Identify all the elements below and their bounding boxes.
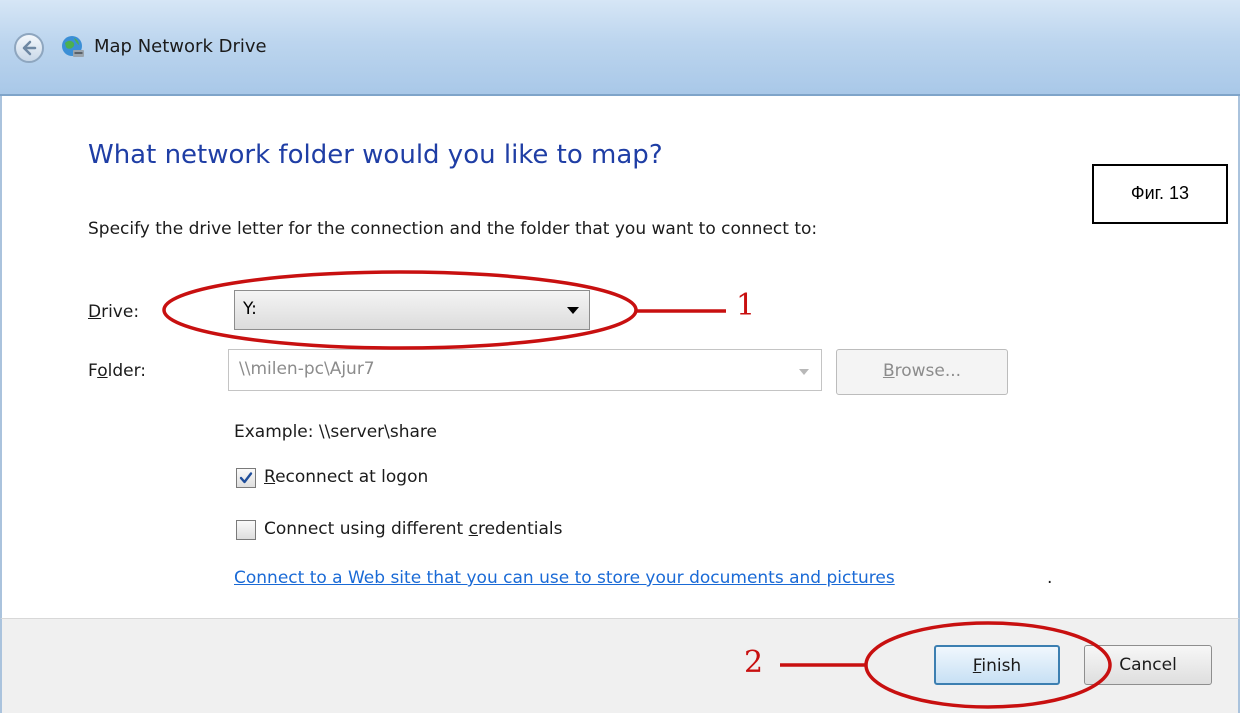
back-arrow-icon xyxy=(22,40,37,56)
browse-button-label: Browse... xyxy=(882,361,962,381)
instruction-text: Specify the drive letter for the connect… xyxy=(88,219,818,239)
reconnect-checkbox[interactable] xyxy=(236,468,256,488)
credentials-checkbox[interactable] xyxy=(236,520,256,540)
chevron-down-icon[interactable] xyxy=(799,369,809,375)
web-site-link[interactable]: Connect to a Web site that you can use t… xyxy=(234,568,895,588)
checkmark-icon xyxy=(239,472,253,484)
cancel-button[interactable]: Cancel xyxy=(1084,645,1212,685)
folder-combobox[interactable]: \\milen-pc\Ajur7 xyxy=(228,349,822,391)
annotation-marker-2: 2 xyxy=(744,645,764,680)
folder-label: Folder: xyxy=(88,361,146,381)
finish-button[interactable]: Finish xyxy=(934,645,1060,685)
link-period: . xyxy=(1047,568,1053,588)
page-heading: What network folder would you like to ma… xyxy=(88,140,663,170)
title-bar: Map Network Drive xyxy=(0,0,1240,96)
example-text: Example: \\server\share xyxy=(234,422,438,442)
reconnect-checkbox-label[interactable]: Reconnect at logon xyxy=(264,467,428,487)
folder-combobox-value: \\milen-pc\Ajur7 xyxy=(239,359,375,379)
chevron-down-icon xyxy=(567,307,579,314)
network-drive-icon xyxy=(62,36,84,57)
drive-label: Drive: xyxy=(88,302,140,322)
browse-button[interactable]: Browse... xyxy=(836,349,1008,395)
figure-label-box: Фиг. 13 xyxy=(1092,164,1228,224)
figure-label: Фиг. 13 xyxy=(1130,183,1190,203)
window-title: Map Network Drive xyxy=(94,36,267,57)
drive-select[interactable]: Y: xyxy=(234,290,590,330)
drive-select-value: Y: xyxy=(243,299,257,319)
credentials-checkbox-label[interactable]: Connect using different credentials xyxy=(264,519,562,539)
annotation-marker-1: 1 xyxy=(736,288,756,323)
back-button[interactable] xyxy=(14,33,44,63)
